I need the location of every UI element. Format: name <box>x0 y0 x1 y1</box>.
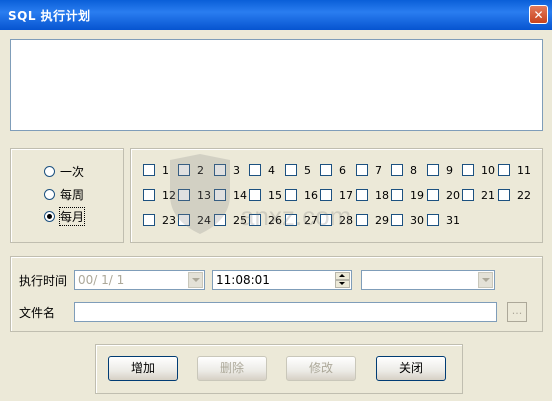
exec-time-label: 执行时间 <box>19 274 68 288</box>
day-checkbox-19[interactable]: 19 <box>391 188 424 202</box>
day-checkbox-box[interactable] <box>427 189 439 201</box>
day-label: 20 <box>446 188 460 202</box>
day-label: 11 <box>517 163 531 177</box>
radio-monthly-button[interactable] <box>44 210 55 222</box>
day-checkbox-box[interactable] <box>427 214 439 226</box>
day-checkbox-box[interactable] <box>391 189 403 201</box>
filename-input[interactable] <box>74 302 497 322</box>
day-label: 31 <box>446 213 460 227</box>
modify-button[interactable]: 修改 <box>286 356 356 381</box>
day-checkbox-8[interactable]: 8 <box>391 163 417 177</box>
day-checkbox-30[interactable]: 30 <box>391 213 424 227</box>
day-checkbox-box[interactable] <box>462 189 474 201</box>
radio-weekly[interactable]: 每周 <box>44 186 84 202</box>
filename-label: 文件名 <box>19 306 56 320</box>
day-checkbox-9[interactable]: 9 <box>427 163 453 177</box>
day-checkbox-21[interactable]: 21 <box>462 188 495 202</box>
day-checkbox-11[interactable]: 11 <box>498 163 531 177</box>
delete-button[interactable]: 删除 <box>197 356 267 381</box>
day-checkbox-box[interactable] <box>498 189 510 201</box>
day-label: 8 <box>410 163 417 177</box>
time-value: 11:08:01 <box>216 273 270 287</box>
extra-select[interactable] <box>361 270 495 290</box>
close-window-button[interactable]: ✕ <box>529 5 548 24</box>
spin-down-icon[interactable] <box>335 280 350 288</box>
time-input[interactable]: 11:08:01 <box>212 270 352 290</box>
window-title: SQL 执行计划 <box>8 9 91 23</box>
spin-up-icon[interactable] <box>335 272 350 280</box>
browse-button[interactable]: ... <box>507 302 527 322</box>
day-label: 9 <box>446 163 453 177</box>
radio-monthly-label: 每月 <box>58 206 86 226</box>
radio-once-button[interactable] <box>44 165 55 177</box>
time-spinner[interactable] <box>335 272 350 288</box>
add-button[interactable]: 增加 <box>108 356 178 381</box>
radio-once[interactable]: 一次 <box>44 163 84 179</box>
sql-text-area[interactable] <box>10 39 543 131</box>
day-label: 19 <box>410 188 424 202</box>
radio-weekly-button[interactable] <box>44 188 55 200</box>
day-checkbox-box[interactable] <box>143 214 155 226</box>
day-label: 22 <box>517 188 531 202</box>
shield-icon <box>170 154 230 234</box>
title-bar: SQL 执行计划 ✕ <box>0 0 552 30</box>
day-checkbox-31[interactable]: 31 <box>427 213 460 227</box>
day-checkbox-box[interactable] <box>391 214 403 226</box>
extra-dropdown-icon[interactable] <box>478 272 493 288</box>
date-dropdown-icon[interactable] <box>188 272 203 288</box>
day-checkbox-box[interactable] <box>462 164 474 176</box>
day-checkbox-box[interactable] <box>427 164 439 176</box>
day-checkbox-box[interactable] <box>498 164 510 176</box>
day-label: 30 <box>410 213 424 227</box>
close-button[interactable]: 关闭 <box>376 356 446 381</box>
day-label: 10 <box>481 163 495 177</box>
radio-once-label: 一次 <box>60 164 85 179</box>
day-checkbox-box[interactable] <box>143 189 155 201</box>
watermark: anxz.com <box>170 154 351 234</box>
day-label: 21 <box>481 188 495 202</box>
radio-monthly[interactable]: 每月 <box>44 206 86 226</box>
day-checkbox-box[interactable] <box>143 164 155 176</box>
radio-weekly-label: 每周 <box>60 187 85 202</box>
day-checkbox-box[interactable] <box>391 164 403 176</box>
day-checkbox-22[interactable]: 22 <box>498 188 531 202</box>
date-picker[interactable]: 00/ 1/ 1 <box>74 270 205 290</box>
date-value: 00/ 1/ 1 <box>78 273 125 287</box>
day-checkbox-10[interactable]: 10 <box>462 163 495 177</box>
day-checkbox-20[interactable]: 20 <box>427 188 460 202</box>
watermark-text: anxz.com <box>240 201 351 231</box>
